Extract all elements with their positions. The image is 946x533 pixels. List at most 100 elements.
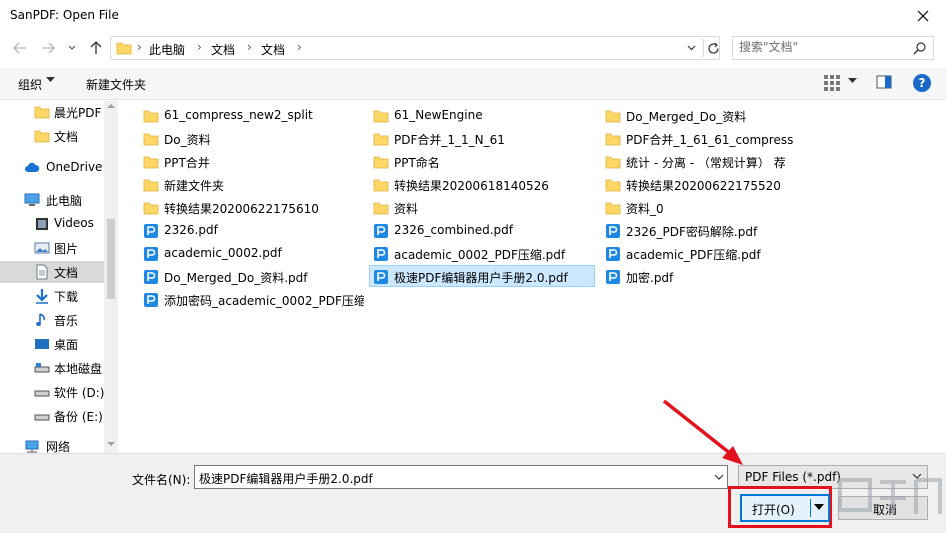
scrollbar-thumb[interactable] xyxy=(107,219,115,299)
organize-button[interactable]: 组织 xyxy=(18,76,42,93)
navigation-pane: 晨光PDF 文档 OneDrive 此电脑 Videos 图片 文档 下载 音乐… xyxy=(0,101,118,453)
folder-item[interactable]: PPT合并 xyxy=(140,151,366,173)
documents-icon xyxy=(36,264,48,280)
search-box[interactable] xyxy=(732,36,934,60)
chevron-down-icon[interactable] xyxy=(714,470,724,484)
sidebar-item-documents[interactable]: 文档 xyxy=(0,261,104,283)
file-name: 加密.pdf xyxy=(626,271,674,285)
file-name: PPT命名 xyxy=(394,156,440,170)
filename-field[interactable]: 极速PDF编辑器用户手册2.0.pdf xyxy=(194,465,728,489)
view-grid-icon[interactable] xyxy=(823,74,841,92)
scroll-up-icon[interactable] xyxy=(107,103,115,109)
file-name: 添加密码_academic_0002_PDF压缩... xyxy=(164,294,364,308)
folder-item[interactable]: PPT命名 xyxy=(370,151,596,173)
breadcrumb-item[interactable]: 文档 xyxy=(211,41,235,58)
folder-item[interactable]: 统计 - 分离 - （常规计算） 荐 xyxy=(602,151,828,173)
forward-button[interactable] xyxy=(38,38,58,58)
folder-item[interactable]: 转换结果20200622175610 xyxy=(140,197,366,219)
scroll-down-icon[interactable] xyxy=(107,441,115,447)
folder-icon xyxy=(143,177,159,193)
new-folder-button[interactable]: 新建文件夹 xyxy=(86,76,146,93)
pdf-file-item[interactable]: academic_PDF压缩.pdf xyxy=(602,243,828,265)
sidebar-item-onedrive[interactable]: OneDrive xyxy=(0,157,104,179)
pdf-file-item[interactable]: 加密.pdf xyxy=(602,266,828,288)
sidebar-item-desktop[interactable]: 桌面 xyxy=(0,333,104,355)
sidebar-item-chenguang-pdf[interactable]: 晨光PDF xyxy=(0,101,104,123)
file-name: academic_PDF压缩.pdf xyxy=(626,248,761,262)
sidebar-item-this-pc[interactable]: 此电脑 xyxy=(0,189,104,211)
sidebar-item-music[interactable]: 音乐 xyxy=(0,309,104,331)
caret-down-icon[interactable] xyxy=(848,78,857,84)
sidebar-scrollbar[interactable] xyxy=(104,101,118,453)
pdf-file-item[interactable]: 2326_combined.pdf xyxy=(370,220,596,242)
sidebar-item-label: 软件 (D:) xyxy=(54,386,104,400)
sidebar-item-local-disk[interactable]: 本地磁盘 xyxy=(0,357,104,379)
sidebar-item-documents-pinned[interactable]: 文档 xyxy=(0,125,104,147)
breadcrumb-item[interactable]: 此电脑 xyxy=(149,41,185,58)
caret-down-icon xyxy=(46,77,55,82)
dialog-footer: 文件名(N): 极速PDF编辑器用户手册2.0.pdf PDF Files (*… xyxy=(0,453,946,533)
sidebar-item-downloads[interactable]: 下载 xyxy=(0,285,104,307)
split-divider xyxy=(810,499,811,517)
close-button[interactable] xyxy=(900,0,946,32)
chevron-down-icon xyxy=(68,45,76,50)
file-name: 极速PDF编辑器用户手册2.0.pdf xyxy=(394,271,568,285)
search-input[interactable] xyxy=(739,40,909,54)
folder-item[interactable]: Do_Merged_Do_资料 xyxy=(602,105,828,127)
sidebar-item-network[interactable]: 网络 xyxy=(0,435,104,453)
drive-icon xyxy=(34,414,50,421)
pdf-file-item[interactable]: 2326.pdf xyxy=(140,220,366,242)
file-name: 资料 xyxy=(394,202,419,216)
folder-item[interactable]: 转换结果20200618140526 xyxy=(370,174,596,196)
refresh-button[interactable] xyxy=(705,40,721,56)
folder-icon xyxy=(605,108,621,124)
watermark-logo xyxy=(838,478,942,514)
folder-item[interactable]: 资料_0 xyxy=(602,197,828,219)
file-name: Do_Merged_Do_资料.pdf xyxy=(164,271,308,285)
folder-item[interactable]: 61_compress_new2_split xyxy=(140,105,366,127)
window-title: SanPDF: Open File xyxy=(10,8,119,22)
folder-item[interactable]: 转换结果20200622175520 xyxy=(602,174,828,196)
sidebar-item-pictures[interactable]: 图片 xyxy=(0,237,104,259)
sidebar-item-drive-e[interactable]: 备份 (E:) xyxy=(0,405,104,427)
pdf-file-item[interactable]: 极速PDF编辑器用户手册2.0.pdf xyxy=(369,265,595,287)
preview-pane-icon[interactable] xyxy=(876,75,892,89)
recent-locations-button[interactable] xyxy=(62,38,82,58)
sidebar-item-label: 备份 (E:) xyxy=(54,410,103,424)
folder-item[interactable]: 新建文件夹 xyxy=(140,174,366,196)
folder-icon xyxy=(373,108,389,124)
sidebar-item-drive-d[interactable]: 软件 (D:) xyxy=(0,381,104,403)
pdf-file-item[interactable]: academic_0002.pdf xyxy=(140,243,366,265)
sidebar-item-videos[interactable]: Videos xyxy=(0,213,104,235)
open-button[interactable]: 打开(O) xyxy=(740,494,830,522)
pdf-file-item[interactable]: Do_Merged_Do_资料.pdf xyxy=(140,266,366,288)
arrow-up-icon xyxy=(90,41,102,54)
pdf-file-item[interactable]: 2326_PDF密码解除.pdf xyxy=(602,220,828,242)
title-bar: SanPDF: Open File xyxy=(0,0,946,32)
folder-item[interactable]: 资料 xyxy=(370,197,596,219)
folder-item[interactable]: 61_NewEngine xyxy=(370,105,596,127)
breadcrumb-item[interactable]: 文档 xyxy=(261,41,285,58)
breadcrumb-separator: › xyxy=(137,40,142,54)
file-name: 新建文件夹 xyxy=(164,179,225,193)
file-name: Do_资料 xyxy=(164,133,211,147)
pdf-file-item[interactable]: 添加密码_academic_0002_PDF压缩... xyxy=(140,289,366,311)
file-name: 2326.pdf xyxy=(164,223,218,237)
file-name: 2326_PDF密码解除.pdf xyxy=(626,225,758,239)
address-bar[interactable]: › 此电脑 › 文档 › 文档 › xyxy=(110,36,720,60)
folder-item[interactable]: PDF合并_1_1_N_61 xyxy=(370,128,596,150)
pdf-file-icon xyxy=(373,246,389,262)
help-button[interactable]: ? xyxy=(913,74,931,92)
address-history-button[interactable] xyxy=(683,40,699,56)
file-list: 61_compress_new2_split Do_资料 PPT合并 新建文件夹 转换结… xyxy=(120,101,946,453)
pdf-file-icon xyxy=(373,269,389,285)
folder-item[interactable]: Do_资料 xyxy=(140,128,366,150)
pdf-file-item[interactable]: academic_0002_PDF压缩.pdf xyxy=(370,243,596,265)
breadcrumb-separator: › xyxy=(197,40,202,54)
up-button[interactable] xyxy=(86,38,106,58)
caret-down-icon[interactable] xyxy=(814,503,824,511)
folder-item[interactable]: PDF合并_1_61_61_compress xyxy=(602,128,828,150)
back-button[interactable] xyxy=(10,38,30,58)
folder-icon xyxy=(605,154,621,170)
file-name: 转换结果20200622175520 xyxy=(626,179,781,193)
